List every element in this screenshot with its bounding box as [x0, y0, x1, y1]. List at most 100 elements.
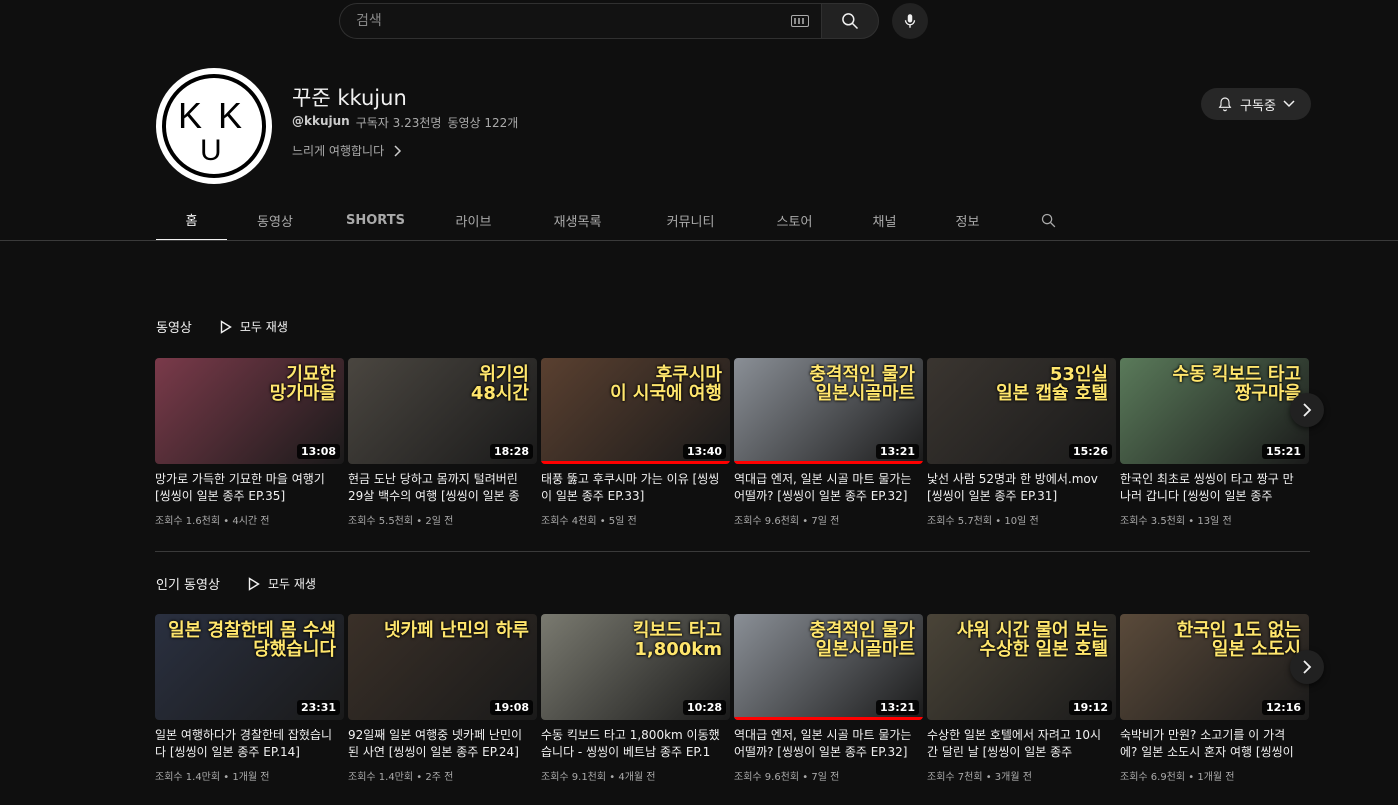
video-thumbnail[interactable]: 충격적인 물가 일본시골마트 13:21 — [734, 614, 923, 720]
thumbnail-text: 일본 경찰한테 몸 수색 당했습니다 — [168, 620, 336, 660]
video-thumbnail[interactable]: 킥보드 타고 1,800km 10:28 — [541, 614, 730, 720]
video-thumbnail[interactable]: 수동 킥보드 타고 짱구마을 15:21 — [1120, 358, 1309, 464]
video-title[interactable]: 수동 킥보드 타고 1,800km 이동했습니다 - 씽씽이 베트남 종주 EP… — [541, 727, 730, 761]
video-card[interactable]: 수동 킥보드 타고 짱구마을 15:21 한국인 최초로 씽씽이 타고 짱구 만나러… — [1120, 358, 1309, 527]
video-thumbnail[interactable]: 충격적인 물가 일본시골마트 13:21 — [734, 358, 923, 464]
video-duration: 19:08 — [489, 700, 533, 715]
video-title[interactable]: 역대급 엔저, 일본 시골 마트 물가는 어떨까? [씽씽이 일본 종주 EP.… — [734, 471, 923, 505]
video-card[interactable]: 기묘한 망가마을 13:08 망가로 가득한 기묘한 마을 여행기 [씽씽이 일본 … — [155, 358, 344, 527]
play-all-label: 모두 재생 — [267, 577, 316, 591]
tab-home[interactable]: 홈 — [156, 200, 227, 241]
video-duration: 13:21 — [875, 700, 919, 715]
search-input[interactable] — [356, 13, 791, 29]
video-thumbnail[interactable]: 53인실 일본 캡슐 호텔 15:26 — [927, 358, 1116, 464]
next-arrow-button[interactable] — [1290, 650, 1324, 684]
section-divider — [155, 551, 1310, 552]
search-icon — [842, 13, 859, 30]
video-title[interactable]: 수상한 일본 호텔에서 자려고 10시간 달린 날 [씽씽이 일본 종주 EP.… — [927, 727, 1116, 761]
tab-videos[interactable]: 동영상 — [227, 200, 323, 241]
video-meta: 조회수 6.9천회 • 1개월 전 — [1120, 772, 1235, 783]
tab-playlists[interactable]: 재생목록 — [519, 200, 636, 241]
watch-progress-bar — [734, 717, 923, 720]
video-meta: 조회수 3.5천회 • 13일 전 — [1120, 516, 1232, 527]
avatar-logo: K K U — [162, 74, 266, 178]
search-button[interactable] — [821, 3, 879, 39]
video-meta: 조회수 1.4만회 • 2주 전 — [348, 772, 454, 783]
video-thumbnail[interactable]: 샤워 시간 물어 보는 수상한 일본 호텔 19:12 — [927, 614, 1116, 720]
avatar-letter-3: U — [200, 134, 222, 167]
video-row-popular: 일본 경찰한테 몸 수색 당했습니다 23:31 일본 여행하다가 경찰한테 잡혔습… — [155, 614, 1309, 783]
tab-about[interactable]: 정보 — [925, 200, 1010, 241]
video-meta: 조회수 7천회 • 3개월 전 — [927, 772, 1032, 783]
video-meta: 조회수 1.4만회 • 1개월 전 — [155, 772, 270, 783]
video-card[interactable]: 충격적인 물가 일본시골마트 13:21 역대급 엔저, 일본 시골 마트 물가는 … — [734, 358, 923, 527]
video-thumbnail[interactable]: 넷카페 난민의 하루 19:08 — [348, 614, 537, 720]
video-title[interactable]: 일본 여행하다가 경찰한테 잡혔습니다 [씽씽이 일본 종주 EP.14] — [155, 727, 344, 761]
video-duration: 19:12 — [1068, 700, 1112, 715]
video-card[interactable]: 넷카페 난민의 하루 19:08 92일째 일본 여행중 넷카페 난민이 된 사연 … — [348, 614, 537, 783]
thumbnail-text: 한국인 1도 없는 일본 소도시 — [1176, 620, 1301, 660]
video-duration: 10:28 — [682, 700, 726, 715]
tab-search[interactable] — [1010, 200, 1086, 241]
video-card[interactable]: 일본 경찰한테 몸 수색 당했습니다 23:31 일본 여행하다가 경찰한테 잡혔습… — [155, 614, 344, 783]
video-title[interactable]: 낯선 사람 52명과 한 방에서.mov [씽씽이 일본 종주 EP.31] — [927, 471, 1116, 505]
play-all-label: 모두 재생 — [239, 320, 288, 334]
thumbnail-text: 수동 킥보드 타고 짱구마을 — [1172, 364, 1301, 404]
voice-search-button[interactable] — [892, 3, 928, 39]
video-card[interactable]: 킥보드 타고 1,800km 10:28 수동 킥보드 타고 1,800km 이동했… — [541, 614, 730, 783]
thumbnail-text: 위기의 48시간 — [470, 364, 529, 404]
avatar-letter-2: K — [218, 95, 242, 136]
video-duration: 18:28 — [489, 444, 533, 459]
thumbnail-text: 후쿠시마 이 시국에 여행 — [610, 364, 722, 404]
tab-community[interactable]: 커뮤니티 — [636, 200, 745, 241]
video-title[interactable]: 92일째 일본 여행중 넷카페 난민이 된 사연 [씽씽이 일본 종주 EP.2… — [348, 727, 537, 761]
video-card[interactable]: 53인실 일본 캡슐 호텔 15:26 낯선 사람 52명과 한 방에서.mov [… — [927, 358, 1116, 527]
video-card[interactable]: 충격적인 물가 일본시골마트 13:21 역대급 엔저, 일본 시골 마트 물가는 … — [734, 614, 923, 783]
avatar-letter-1: K — [178, 95, 202, 136]
video-card[interactable]: 한국인 1도 없는 일본 소도시 12:16 숙박비가 만원? 소고기를 이 가격에… — [1120, 614, 1309, 783]
chevron-down-icon — [1283, 100, 1295, 108]
tab-live[interactable]: 라이브 — [428, 200, 519, 241]
video-title[interactable]: 망가로 가득한 기묘한 마을 여행기 [씽씽이 일본 종주 EP.35] — [155, 471, 344, 505]
play-all-button[interactable]: 모두 재생 — [220, 318, 288, 335]
subscriber-count: 구독자 3.23천명 — [355, 116, 442, 130]
tab-shorts[interactable]: SHORTS — [323, 200, 428, 241]
video-title[interactable]: 현금 도난 당하고 몸까지 털려버린 29살 백수의 여행 [씽씽이 일본 종주… — [348, 471, 537, 505]
section-header-videos: 동영상 모두 재생 — [156, 317, 288, 336]
video-duration: 13:08 — [296, 444, 340, 459]
tab-channels[interactable]: 채널 — [844, 200, 925, 241]
video-card[interactable]: 샤워 시간 물어 보는 수상한 일본 호텔 19:12 수상한 일본 호텔에서 자려… — [927, 614, 1116, 783]
video-card[interactable]: 후쿠시마 이 시국에 여행 13:40 태풍 뚫고 후쿠시마 가는 이유 [씽씽이 … — [541, 358, 730, 527]
play-all-button[interactable]: 모두 재생 — [248, 575, 316, 592]
video-count: 동영상 122개 — [447, 116, 519, 130]
video-duration: 12:16 — [1261, 700, 1305, 715]
video-row-videos: 기묘한 망가마을 13:08 망가로 가득한 기묘한 마을 여행기 [씽씽이 일본 … — [155, 358, 1309, 527]
video-thumbnail[interactable]: 일본 경찰한테 몸 수색 당했습니다 23:31 — [155, 614, 344, 720]
subscribed-button[interactable]: 구독중 — [1201, 88, 1311, 120]
chevron-right-icon — [394, 144, 402, 157]
channel-meta: @kkujun 구독자 3.23천명 동영상 122개 — [292, 114, 518, 131]
video-card[interactable]: 위기의 48시간 18:28 현금 도난 당하고 몸까지 털려버린 29살 백수의 … — [348, 358, 537, 527]
video-thumbnail[interactable]: 위기의 48시간 18:28 — [348, 358, 537, 464]
video-meta: 조회수 9.6천회 • 7일 전 — [734, 772, 840, 783]
search-box[interactable] — [339, 3, 821, 39]
video-title[interactable]: 역대급 엔저, 일본 시골 마트 물가는 어떨까? [씽씽이 일본 종주 EP.… — [734, 727, 923, 761]
tabs-divider — [0, 240, 1398, 241]
play-icon — [248, 576, 260, 591]
thumbnail-text: 샤워 시간 물어 보는 수상한 일본 호텔 — [956, 620, 1108, 660]
video-title[interactable]: 한국인 최초로 씽씽이 타고 짱구 만나러 갑니다 [씽씽이 일본 종주 EP.… — [1120, 471, 1309, 505]
video-thumbnail[interactable]: 후쿠시마 이 시국에 여행 13:40 — [541, 358, 730, 464]
video-thumbnail[interactable]: 한국인 1도 없는 일본 소도시 12:16 — [1120, 614, 1309, 720]
tab-store[interactable]: 스토어 — [745, 200, 844, 241]
channel-description[interactable]: 느리게 여행합니다 — [292, 142, 402, 159]
next-arrow-button[interactable] — [1290, 393, 1324, 427]
video-meta: 조회수 9.6천회 • 7일 전 — [734, 516, 840, 527]
keyboard-icon[interactable] — [791, 15, 809, 27]
channel-avatar[interactable]: K K U — [156, 68, 272, 184]
channel-handle: @kkujun — [292, 114, 350, 128]
video-title[interactable]: 태풍 뚫고 후쿠시마 가는 이유 [씽씽이 일본 종주 EP.33] — [541, 471, 730, 505]
video-duration: 23:31 — [296, 700, 340, 715]
video-title[interactable]: 숙박비가 만원? 소고기를 이 가격에? 일본 소도시 혼자 여행 [씽씽이 일… — [1120, 727, 1309, 761]
video-thumbnail[interactable]: 기묘한 망가마을 13:08 — [155, 358, 344, 464]
watch-progress-bar — [541, 461, 730, 464]
